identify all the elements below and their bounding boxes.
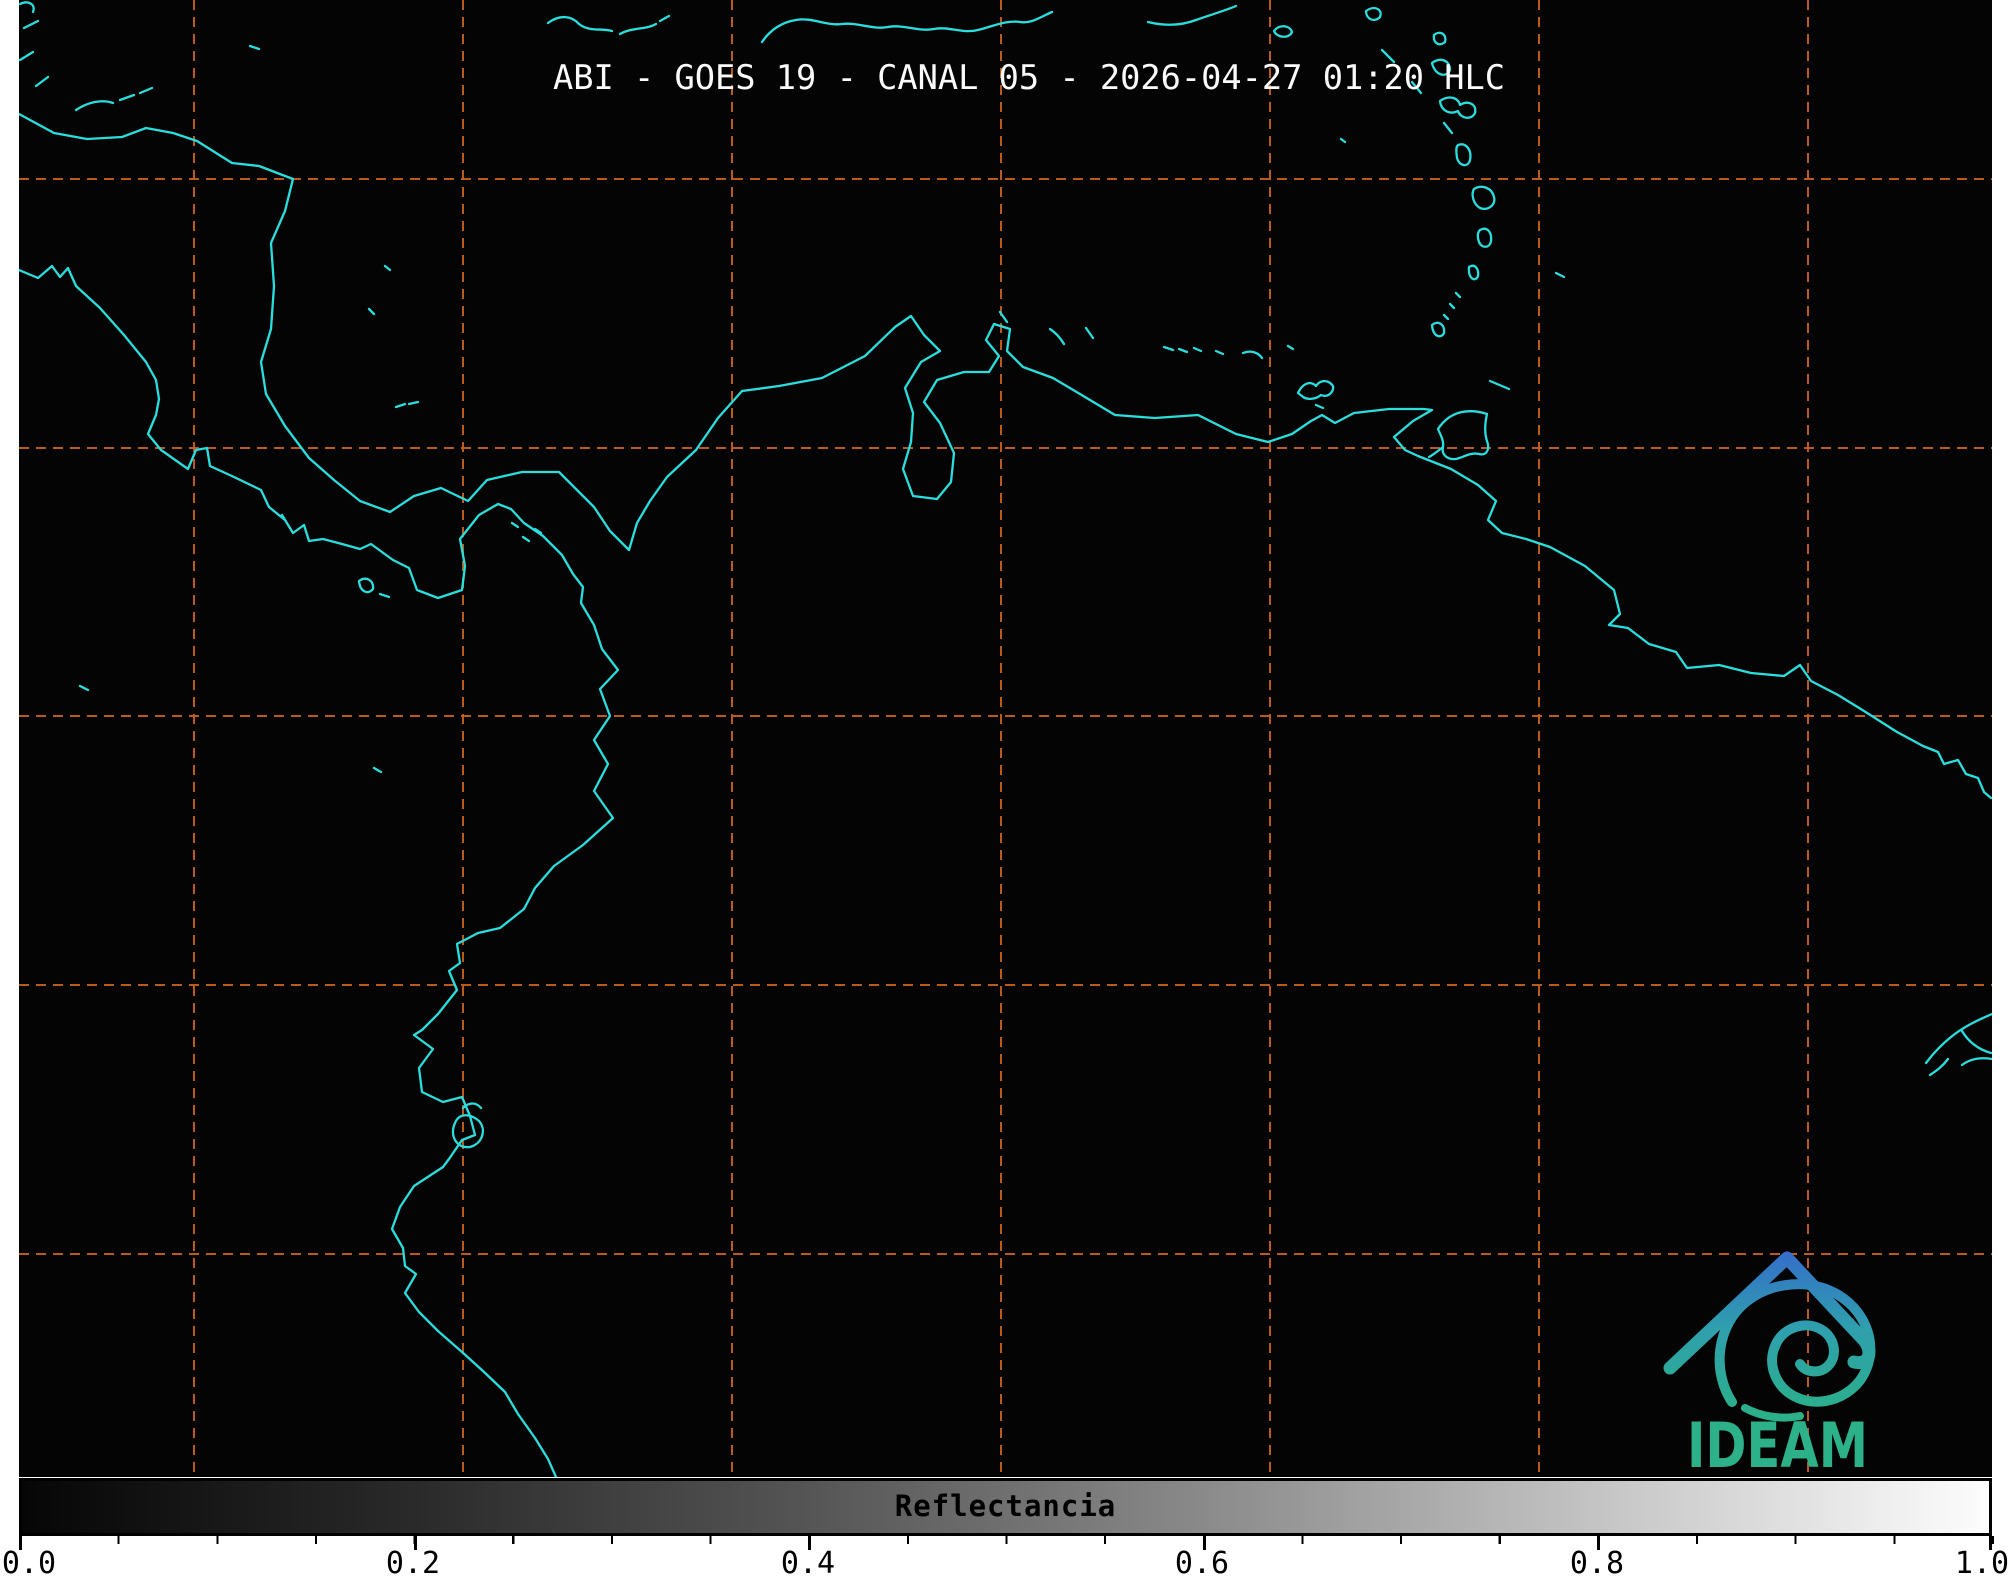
colorbar-label: Reflectancia (0, 1489, 2011, 1523)
tick-label-0.8: 0.8 (1570, 1546, 1624, 1577)
tick-label-0.6: 0.6 (1175, 1546, 1229, 1577)
map-background (19, 0, 1992, 1477)
colorbar-axis (19, 1536, 1994, 1551)
tick-label-0.4: 0.4 (781, 1546, 835, 1577)
image-title: ABI - GOES 19 - CANAL 05 - 2026-04-27 01… (553, 58, 1505, 97)
tick-label-0.2: 0.2 (386, 1546, 440, 1577)
map-canvas: ABI - GOES 19 - CANAL 05 - 2026-04-27 01… (0, 0, 2011, 1477)
tick-label-1.0: 1.0 (1955, 1546, 2009, 1577)
satellite-image-figure: ABI - GOES 19 - CANAL 05 - 2026-04-27 01… (0, 0, 2011, 1577)
logo-text: IDEAM (1687, 1409, 1868, 1477)
tick-label-0.0: 0.0 (2, 1546, 56, 1577)
colorbar-minor-ticks (19, 1536, 1994, 1544)
